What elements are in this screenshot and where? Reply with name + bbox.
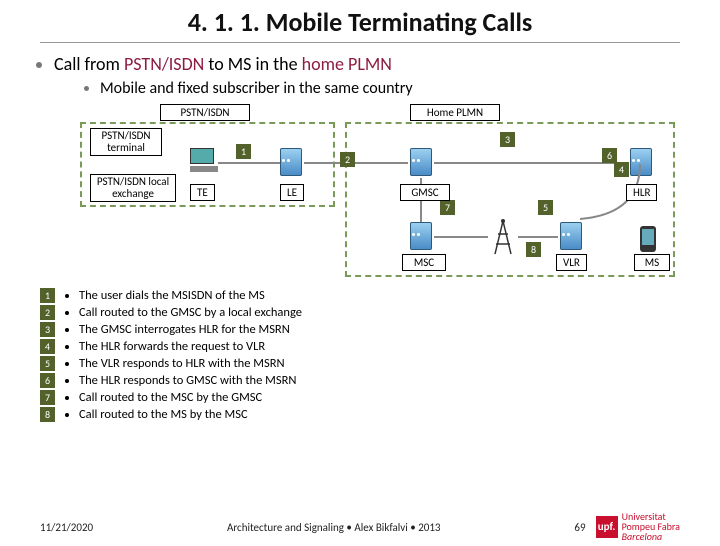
step-text-2: Call routed to the GMSC by a local excha… bbox=[79, 305, 302, 320]
terminal-label: PSTN/ISDN terminal bbox=[90, 128, 162, 156]
step-badge-5: 5 bbox=[538, 200, 553, 215]
sub-bullet: Mobile and fixed subscriber in the same … bbox=[100, 79, 684, 98]
title-divider bbox=[40, 42, 680, 43]
line-bts-vlr bbox=[518, 236, 558, 238]
step-text-3: The GMSC interrogates HLR for the MSRN bbox=[79, 322, 290, 337]
sub-bullet-list: Mobile and fixed subscriber in the same … bbox=[82, 79, 684, 98]
steps-legend: 1The user dials the MSISDN of the MS 2Ca… bbox=[40, 288, 680, 422]
step-row-5: 5The VLR responds to HLR with the MSRN bbox=[40, 356, 680, 371]
terminal-icon bbox=[190, 148, 218, 172]
main-bullet-list: Call from PSTN/ISDN to MS in the home PL… bbox=[36, 53, 684, 98]
line-msc-bts bbox=[434, 236, 488, 238]
step-row-1: 1The user dials the MSISDN of the MS bbox=[40, 288, 680, 303]
msc-server-icon bbox=[410, 222, 434, 250]
step-row-8: 8Call routed to the MS by the MSC bbox=[40, 407, 680, 422]
step-text-7: Call routed to the MSC by the GMSC bbox=[79, 390, 262, 405]
step-badge-1: 1 bbox=[236, 144, 251, 159]
comp-label-hlr: HLR bbox=[626, 184, 657, 201]
step-text-1: The user dials the MSISDN of the MS bbox=[79, 288, 265, 303]
comp-label-le: LE bbox=[280, 184, 304, 201]
line-te-le bbox=[218, 162, 280, 164]
step-text-5: The VLR responds to HLR with the MSRN bbox=[79, 356, 285, 371]
step-badge-6: 6 bbox=[602, 148, 617, 163]
step-row-4: 4The HLR forwards the request to VLR bbox=[40, 339, 680, 354]
step-badge-8: 8 bbox=[526, 242, 541, 257]
local-exchange-label: PSTN/ISDN local exchange bbox=[90, 174, 176, 202]
step-badge-4: 4 bbox=[614, 162, 629, 177]
step-badge-3: 3 bbox=[500, 132, 515, 147]
line-le-gmsc bbox=[304, 162, 408, 164]
vlr-server-icon bbox=[560, 222, 584, 250]
comp-label-ms: MS bbox=[634, 254, 670, 271]
ms-phone-icon bbox=[640, 226, 656, 252]
home-plmn-header: Home PLMN bbox=[410, 104, 500, 121]
accent-pstn: PSTN/ISDN bbox=[124, 53, 204, 75]
upf-logo-text: UniversitatPompeu FabraBarcelona bbox=[622, 512, 680, 542]
footer: 11/21/2020 Architecture and Signaling • … bbox=[0, 512, 720, 542]
pstn-header: PSTN/ISDN bbox=[160, 104, 250, 121]
step-row-6: 6The HLR responds to GMSC with the MSRN bbox=[40, 373, 680, 388]
comp-label-msc: MSC bbox=[402, 254, 446, 271]
gmsc-server-icon bbox=[410, 148, 434, 176]
le-server-icon bbox=[280, 148, 304, 176]
step-row-3: 3The GMSC interrogates HLR for the MSRN bbox=[40, 322, 680, 337]
t1: Call from bbox=[54, 53, 124, 75]
bts-tower-icon bbox=[490, 216, 516, 256]
step-row-2: 2Call routed to the GMSC by a local exch… bbox=[40, 305, 680, 320]
step-row-7: 7Call routed to the MSC by the GMSC bbox=[40, 390, 680, 405]
upf-logo-mark: upf. bbox=[596, 516, 618, 538]
upf-logo: upf. UniversitatPompeu FabraBarcelona bbox=[596, 512, 680, 542]
step-badge-2: 2 bbox=[340, 152, 355, 167]
main-bullet: Call from PSTN/ISDN to MS in the home PL… bbox=[54, 53, 684, 98]
footer-center: Architecture and Signaling • Alex Bikfal… bbox=[227, 521, 441, 534]
comp-label-te: TE bbox=[190, 184, 215, 201]
footer-page: 69 bbox=[574, 521, 585, 534]
step-text-4: The HLR forwards the request to VLR bbox=[79, 339, 265, 354]
comp-label-gmsc: GMSC bbox=[400, 184, 450, 201]
t2: to MS in the bbox=[204, 53, 301, 75]
comp-label-vlr: VLR bbox=[556, 254, 587, 271]
slide-title: 4. 1. 1. Mobile Terminating Calls bbox=[0, 6, 720, 38]
accent-home: home PLMN bbox=[302, 53, 392, 75]
footer-date: 11/21/2020 bbox=[40, 521, 93, 534]
step-text-8: Call routed to the MS by the MSC bbox=[79, 407, 248, 422]
step-badge-7: 7 bbox=[440, 200, 455, 215]
network-diagram: PSTN/ISDN Home PLMN PSTN/ISDN terminal P… bbox=[40, 104, 680, 284]
step-text-6: The HLR responds to GMSC with the MSRN bbox=[79, 373, 296, 388]
